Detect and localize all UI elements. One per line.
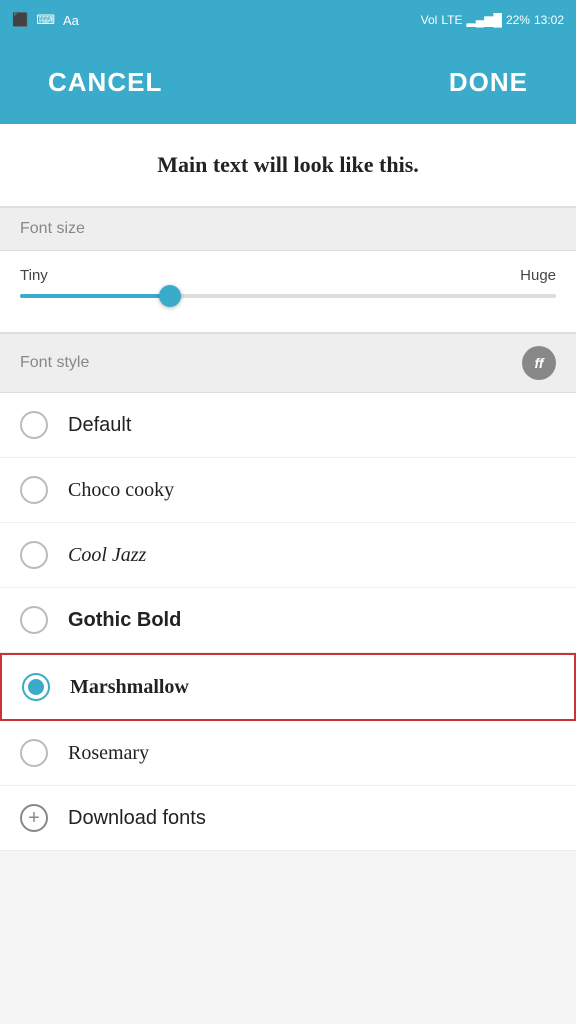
font-name-gothic-bold: Gothic Bold	[68, 609, 181, 632]
signal-strength: ▂▄▆█	[466, 13, 501, 27]
slider-labels: Tiny Huge	[20, 267, 556, 284]
slider-max-label: Huge	[520, 267, 556, 284]
done-button[interactable]: DONE	[433, 59, 544, 106]
font-item-download[interactable]: + Download fonts	[0, 786, 576, 851]
radio-marshmallow-fill	[28, 679, 44, 695]
radio-gothic-bold[interactable]	[20, 606, 48, 634]
radio-marshmallow[interactable]	[22, 673, 50, 701]
font-name-choco-cooky: Choco cooky	[68, 479, 174, 502]
font-item-default[interactable]: Default	[0, 393, 576, 458]
font-size-label: Font size	[20, 220, 85, 238]
lte-indicator: LTE	[441, 13, 462, 27]
battery-level: 22%	[506, 13, 530, 27]
font-icon: Aa	[63, 13, 79, 28]
radio-rosemary[interactable]	[20, 739, 48, 767]
preview-text: Main text will look like this.	[157, 152, 419, 177]
font-name-default: Default	[68, 414, 131, 437]
ff-icon[interactable]: ff	[522, 346, 556, 380]
download-fonts-label: Download fonts	[68, 807, 206, 830]
font-size-slider-area: Tiny Huge	[0, 251, 576, 333]
font-list: Default Choco cooky Cool Jazz Gothic Bol…	[0, 393, 576, 851]
status-bar: ⬛ ⌨ Aa Vol LTE ▂▄▆█ 22% 13:02	[0, 0, 576, 40]
status-icons: ⬛ ⌨ Aa	[12, 12, 79, 28]
font-name-rosemary: Rosemary	[68, 742, 149, 765]
slider-track[interactable]	[20, 294, 556, 298]
cancel-button[interactable]: CANCEL	[32, 59, 178, 106]
font-name-cool-jazz: Cool Jazz	[68, 544, 146, 567]
font-item-choco-cooky[interactable]: Choco cooky	[0, 458, 576, 523]
font-item-rosemary[interactable]: Rosemary	[0, 721, 576, 786]
slider-min-label: Tiny	[20, 267, 48, 284]
font-item-gothic-bold[interactable]: Gothic Bold	[0, 588, 576, 653]
font-name-marshmallow: Marshmallow	[70, 676, 189, 699]
font-style-label: Font style	[20, 354, 89, 372]
radio-cool-jazz[interactable]	[20, 541, 48, 569]
font-size-header: Font size	[0, 207, 576, 251]
font-item-marshmallow[interactable]: Marshmallow	[0, 653, 576, 721]
download-icon: +	[20, 804, 48, 832]
radio-choco-cooky[interactable]	[20, 476, 48, 504]
keyboard-icon: ⌨	[36, 12, 55, 28]
radio-default[interactable]	[20, 411, 48, 439]
status-info: Vol LTE ▂▄▆█ 22% 13:02	[421, 13, 564, 27]
time-display: 13:02	[534, 13, 564, 27]
screenshot-icon: ⬛	[12, 12, 28, 28]
vol-indicator: Vol	[421, 13, 438, 27]
font-item-cool-jazz[interactable]: Cool Jazz	[0, 523, 576, 588]
action-bar: CANCEL DONE	[0, 40, 576, 124]
font-style-header: Font style ff	[0, 333, 576, 393]
preview-area: Main text will look like this.	[0, 124, 576, 207]
